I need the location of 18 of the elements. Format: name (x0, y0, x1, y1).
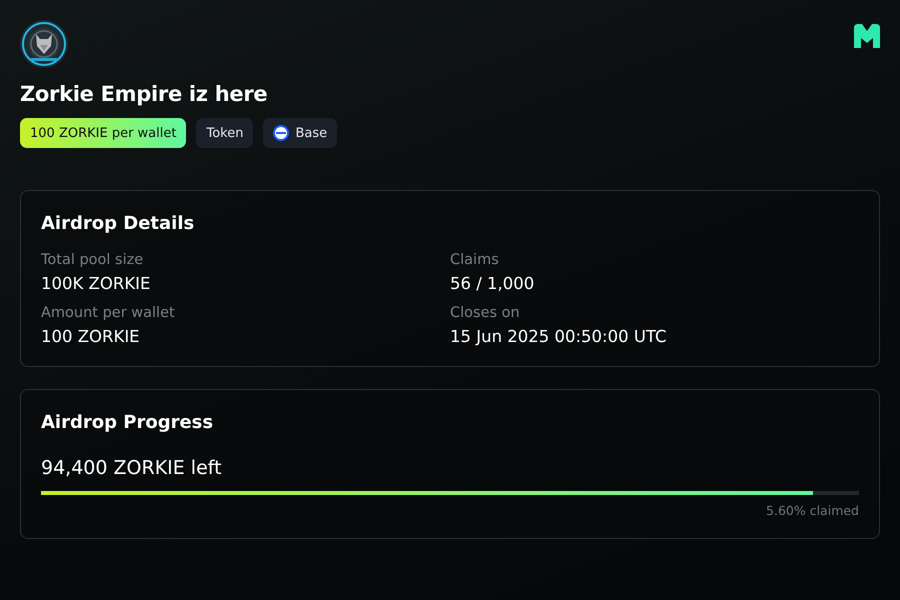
claimed-percent: 5.60% claimed (765, 503, 859, 518)
field-label: Closes on (450, 305, 521, 321)
field-value: 15 Jun 2025 00:50:00 UTC (450, 327, 668, 346)
logo-icon (854, 24, 880, 48)
field-label: Total pool size (41, 252, 144, 268)
card-title: Airdrop Details (41, 213, 196, 234)
field-label: Claims (450, 252, 500, 268)
tag: 100 ZORKIE per wallet (20, 118, 186, 148)
base-chain-icon (273, 125, 290, 141)
card-title: Airdrop Progress (41, 412, 214, 433)
field-value: 56 / 1,000 (450, 274, 536, 293)
page-title: Zorkie Empire iz here (20, 82, 268, 106)
tag: Token (196, 118, 254, 148)
field-label: Amount per wallet (41, 305, 176, 321)
field-value: 100 ZORKIE (41, 327, 141, 346)
chain-tag: Base (263, 118, 338, 148)
remaining-amount: 94,400 ZORKIE left (41, 457, 223, 479)
field-value: 100K ZORKIE (41, 274, 152, 293)
